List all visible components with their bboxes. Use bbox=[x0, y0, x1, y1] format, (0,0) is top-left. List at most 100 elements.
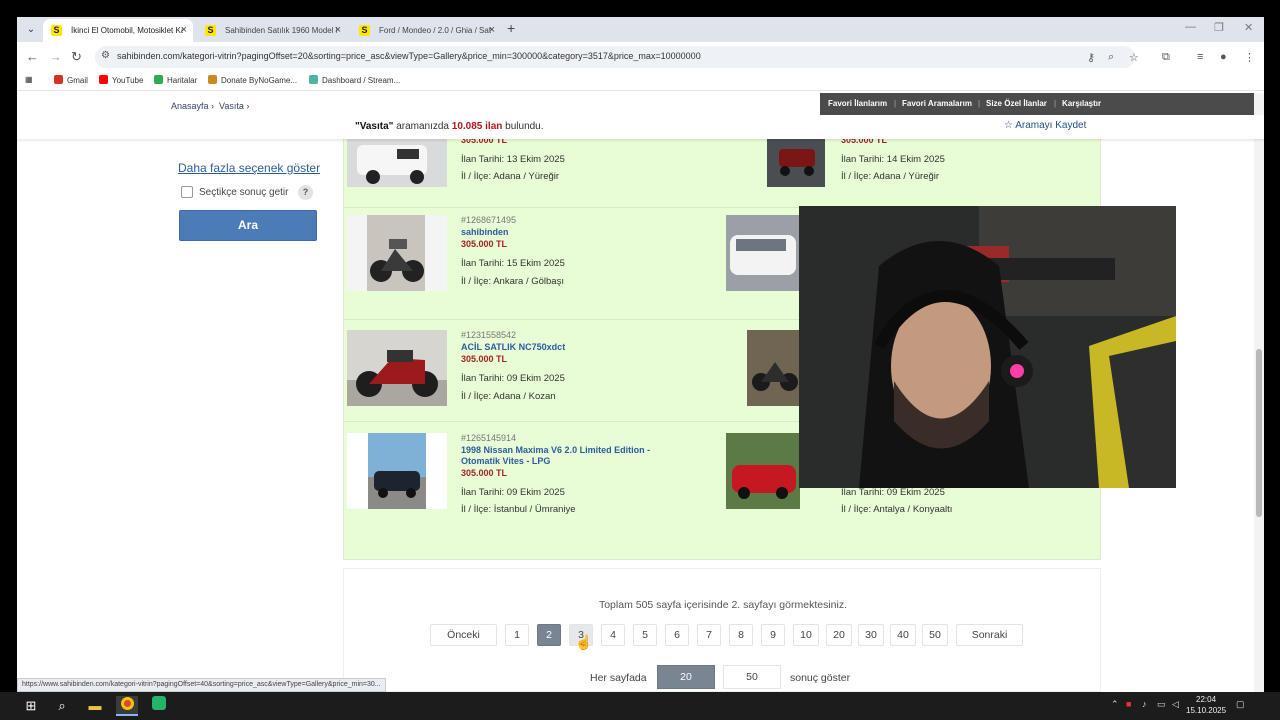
bookmark-star-icon[interactable]: ☆ bbox=[1129, 51, 1139, 64]
bookmark-gmail[interactable]: Gmail bbox=[54, 75, 88, 85]
listing-item[interactable]: #1268671495 sahibinden 305.000 TL İlan T… bbox=[347, 215, 717, 295]
bookmark-donate[interactable]: Donate ByNoGame... bbox=[208, 75, 297, 85]
listing-item[interactable]: #1231558542 ACİL SATLIK NC750xdct 305.00… bbox=[347, 330, 717, 410]
volume-icon[interactable]: ◁ bbox=[1172, 699, 1179, 710]
page-button-40[interactable]: 40 bbox=[890, 624, 916, 646]
chrome-icon[interactable] bbox=[116, 696, 138, 716]
listing-photo[interactable] bbox=[347, 330, 447, 406]
key-icon[interactable]: ⚷ bbox=[1087, 51, 1095, 64]
tab-2[interactable]: S Sahibinden Satılık 1960 Model F × bbox=[197, 19, 347, 42]
auto-results-checkbox[interactable] bbox=[181, 186, 193, 198]
microphone-icon[interactable]: ♪ bbox=[1142, 699, 1147, 709]
nav-compare[interactable]: Karşılaştır bbox=[1062, 93, 1101, 115]
tab-search-icon[interactable]: ⌄ bbox=[23, 22, 39, 38]
search-button[interactable]: Ara bbox=[179, 210, 317, 241]
windows-start-icon[interactable]: ⊞ bbox=[20, 696, 42, 716]
scroll-thumb[interactable] bbox=[1256, 349, 1262, 517]
per-page-50-button[interactable]: 50 bbox=[723, 665, 781, 689]
listing-photo[interactable] bbox=[726, 215, 800, 291]
close-icon[interactable]: × bbox=[181, 19, 187, 42]
url-text[interactable]: sahibinden.com/kategori-vitrin?pagingOff… bbox=[117, 51, 701, 61]
minimize-icon[interactable]: — bbox=[1185, 21, 1196, 33]
listing-date: 09 Ekim 2025 bbox=[506, 487, 565, 498]
listing-photo[interactable] bbox=[726, 433, 800, 509]
bookmark-dashboard[interactable]: Dashboard / Stream... bbox=[309, 75, 400, 85]
nav-favorite-listings[interactable]: Favori İlanlarım bbox=[828, 93, 887, 115]
page-button-20[interactable]: 20 bbox=[826, 624, 852, 646]
listing-title[interactable]: sahibinden bbox=[461, 227, 691, 238]
listing-photo[interactable] bbox=[347, 215, 447, 291]
donate-icon bbox=[208, 75, 217, 84]
listing-photo[interactable] bbox=[347, 133, 447, 209]
reload-icon[interactable]: ↻ bbox=[71, 49, 82, 65]
bookmark-youtube[interactable]: YouTube bbox=[99, 75, 143, 85]
notifications-icon[interactable]: ▢ bbox=[1236, 699, 1245, 710]
help-icon[interactable]: ? bbox=[298, 185, 313, 200]
youtube-icon bbox=[99, 75, 108, 84]
page-button-7[interactable]: 7 bbox=[697, 624, 721, 646]
status-bar-url: https://www.sahibinden.com/kategori-vitr… bbox=[17, 678, 386, 692]
window-close-icon[interactable]: ✕ bbox=[1244, 21, 1253, 34]
listing-item[interactable]: #1265145914 1998 Nissan Maxima V6 2.0 Li… bbox=[347, 433, 717, 515]
nav-favorite-searches[interactable]: Favori Aramalarım bbox=[902, 93, 972, 115]
file-explorer-icon[interactable]: ▬ bbox=[84, 696, 106, 716]
menu-icon[interactable]: ⋮ bbox=[1244, 51, 1255, 64]
clock[interactable]: 22:04 15.10.2025 bbox=[1186, 694, 1226, 716]
site-info-icon[interactable]: ⚙ bbox=[101, 50, 110, 61]
extensions-icon[interactable]: ⧉ bbox=[1162, 51, 1170, 64]
bookmark-maps[interactable]: Haritalar bbox=[154, 75, 197, 85]
restore-icon[interactable]: ❐ bbox=[1214, 21, 1224, 34]
forward-icon[interactable]: → bbox=[49, 49, 62, 64]
close-icon[interactable]: × bbox=[335, 19, 341, 42]
breadcrumb-home[interactable]: Anasayfa bbox=[171, 101, 209, 111]
listing-price: 305.000 TL bbox=[461, 239, 508, 249]
listing-item[interactable]: 305.000 TL İlan Tarihi: 14 Ekim 2025 İl … bbox=[747, 133, 1097, 199]
apps-icon[interactable]: ▦ bbox=[25, 75, 33, 84]
save-search-button[interactable]: ☆ Aramayı Kaydet bbox=[1004, 120, 1086, 131]
discord-icon[interactable] bbox=[148, 696, 170, 716]
page-button-50[interactable]: 50 bbox=[922, 624, 948, 646]
back-icon[interactable]: ← bbox=[26, 49, 39, 64]
listing-title[interactable]: 1998 Nissan Maxima V6 2.0 Limited Editio… bbox=[461, 445, 691, 467]
tab-label: Ford / Mondeo / 2.0 / Ghia / Sat bbox=[379, 26, 491, 35]
media-icon[interactable]: ≡ bbox=[1197, 51, 1203, 63]
prev-page-button[interactable]: Önceki bbox=[430, 624, 497, 646]
tab-3[interactable]: S Ford / Mondeo / 2.0 / Ghia / Sat × bbox=[351, 19, 501, 42]
date-label: İlan Tarihi: bbox=[461, 487, 505, 498]
page-button-5[interactable]: 5 bbox=[633, 624, 657, 646]
breadcrumb-section[interactable]: Vasıta bbox=[219, 101, 244, 111]
nav-special-listings[interactable]: Size Özel İlanlar bbox=[986, 93, 1047, 115]
page-button-30[interactable]: 30 bbox=[858, 624, 884, 646]
page-button-4[interactable]: 4 bbox=[601, 624, 625, 646]
page-button-2[interactable]: 2 bbox=[537, 624, 561, 646]
page-button-1[interactable]: 1 bbox=[505, 624, 529, 646]
more-options-link[interactable]: Daha fazla seçenek göster bbox=[178, 161, 320, 175]
profile-avatar-icon[interactable]: ● bbox=[1220, 51, 1227, 63]
per-page-20-button[interactable]: 20 bbox=[657, 665, 715, 689]
network-icon[interactable]: ▭ bbox=[1157, 699, 1166, 710]
tray-chevron-icon[interactable]: ⌃ bbox=[1111, 699, 1119, 710]
page-button-10[interactable]: 10 bbox=[793, 624, 819, 646]
page-button-9[interactable]: 9 bbox=[761, 624, 785, 646]
close-icon[interactable]: × bbox=[489, 19, 495, 42]
listing-date: 09 Ekim 2025 bbox=[506, 373, 565, 384]
search-icon[interactable]: ⌕ bbox=[51, 696, 73, 716]
tab-active[interactable]: S İkinci El Otomobil, Motosiklet Ka × bbox=[43, 19, 193, 42]
listing-photo[interactable] bbox=[747, 133, 827, 209]
page-button-8[interactable]: 8 bbox=[729, 624, 753, 646]
page-scrollbar[interactable] bbox=[1254, 93, 1264, 692]
nav-separator: | bbox=[894, 99, 897, 108]
new-tab-icon[interactable]: + bbox=[507, 20, 515, 36]
taskbar: ⊞ ⌕ ▬ ⌃ ■ ♪ ▭ ◁ 22:04 15.10.2025 ▢ bbox=[0, 692, 1280, 720]
next-page-button[interactable]: Sonraki bbox=[956, 624, 1023, 646]
date-label: İlan Tarihi: bbox=[841, 487, 885, 498]
per-page-suffix: sonuç göster bbox=[790, 672, 851, 684]
listing-photo[interactable] bbox=[347, 433, 447, 509]
listing-title[interactable]: ACİL SATLIK NC750xdct bbox=[461, 342, 691, 353]
address-bar[interactable]: ⚙ sahibinden.com/kategori-vitrin?pagingO… bbox=[95, 46, 1135, 68]
tray-app-icon[interactable]: ■ bbox=[1126, 699, 1131, 709]
listing-item[interactable]: 305.000 TL İlan Tarihi: 13 Ekim 2025 İl … bbox=[347, 133, 717, 199]
listing-photo[interactable] bbox=[747, 330, 801, 406]
zoom-icon[interactable]: ⌕ bbox=[1108, 51, 1114, 64]
page-button-6[interactable]: 6 bbox=[665, 624, 689, 646]
